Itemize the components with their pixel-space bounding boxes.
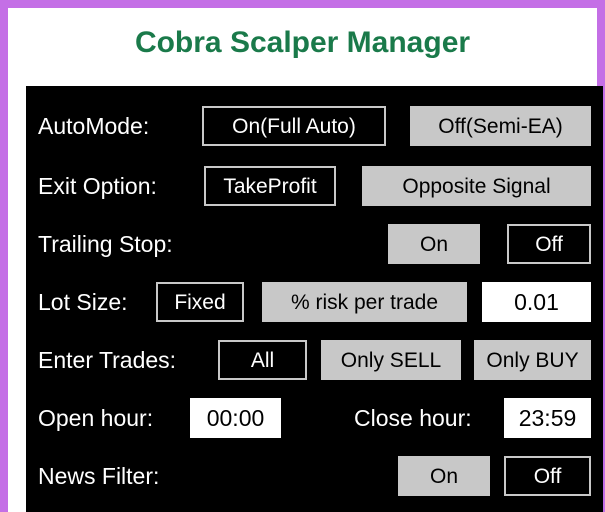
lot-risk-percent-button[interactable]: % risk per trade bbox=[262, 282, 467, 322]
lot-size-input[interactable]: 0.01 bbox=[482, 282, 591, 322]
exit-opposite-signal-button[interactable]: Opposite Signal bbox=[362, 166, 591, 206]
enter-only-sell-button[interactable]: Only SELL bbox=[321, 340, 461, 380]
automode-off-button[interactable]: Off(Semi-EA) bbox=[410, 106, 591, 146]
enter-all-button[interactable]: All bbox=[218, 340, 307, 380]
lot-size-label: Lot Size: bbox=[38, 289, 128, 315]
automode-on-button[interactable]: On(Full Auto) bbox=[202, 106, 386, 146]
trailing-stop-label: Trailing Stop: bbox=[38, 231, 173, 257]
enter-only-buy-button[interactable]: Only BUY bbox=[474, 340, 591, 380]
settings-panel: AutoMode: On(Full Auto) Off(Semi-EA) Exi… bbox=[26, 86, 603, 512]
open-hour-label: Open hour: bbox=[38, 405, 154, 431]
news-on-button[interactable]: On bbox=[398, 456, 490, 496]
close-hour-input[interactable]: 23:59 bbox=[504, 398, 591, 438]
exit-option-label: Exit Option: bbox=[38, 173, 157, 199]
trailing-on-button[interactable]: On bbox=[388, 224, 480, 264]
news-filter-label: News Filter: bbox=[38, 463, 160, 489]
close-hour-label: Close hour: bbox=[354, 405, 472, 431]
news-off-button[interactable]: Off bbox=[504, 456, 591, 496]
app-title: Cobra Scalper Manager bbox=[134, 26, 471, 59]
automode-label: AutoMode: bbox=[38, 113, 150, 139]
trailing-off-button[interactable]: Off bbox=[507, 224, 591, 264]
lot-fixed-button[interactable]: Fixed bbox=[156, 282, 244, 322]
enter-trades-label: Enter Trades: bbox=[38, 347, 177, 373]
exit-takeprofit-button[interactable]: TakeProfit bbox=[204, 166, 336, 206]
open-hour-input[interactable]: 00:00 bbox=[190, 398, 281, 438]
